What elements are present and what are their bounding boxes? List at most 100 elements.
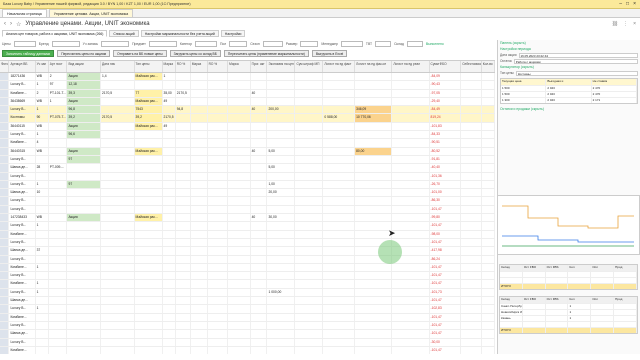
price-filter-input[interactable]	[13, 41, 36, 47]
price-type-input[interactable]: Костюмы	[515, 70, 638, 76]
stock-input[interactable]: Работа с акциями	[513, 58, 638, 64]
link-icon[interactable]: ⛓	[612, 21, 618, 27]
table-row[interactable]: 1 500 2 043 2 470	[501, 91, 637, 97]
column-header[interactable]: RO %	[176, 61, 191, 72]
send-prices-button[interactable]: Отправить на ВБ новые цены	[113, 49, 167, 57]
column-header[interactable]: Кол-во	[482, 61, 495, 72]
account-filter-input[interactable]	[101, 41, 130, 47]
table-row[interactable]: Комбине... 1 -101,47	[0, 263, 495, 273]
column-header[interactable]: Фото	[0, 61, 10, 72]
minimize-icon[interactable]: –	[619, 1, 622, 7]
column-header[interactable]: Себестоимость	[461, 61, 482, 72]
table-row[interactable]: Luxury B... -101,47	[0, 205, 495, 215]
table-row[interactable]: Шапка де... 28 PT-009-... 5,00 -40,40	[0, 164, 495, 173]
table-row[interactable]: Шапка де... -101,47	[0, 297, 495, 306]
stock-sales-link[interactable]: Остатки и продажи (скрыть)	[498, 106, 640, 112]
export-excel-button[interactable]: Выгрузить в Excel	[311, 49, 348, 57]
table-row[interactable]: Luxury B... 97 -91,81	[0, 155, 495, 165]
table-row[interactable]: Luxury B... -86,24	[0, 255, 495, 264]
table-row[interactable]: 36438669 WB 1 Акция Майская рас... 49 -29,40	[0, 97, 495, 107]
table-row[interactable]: Комбине... -101,47	[0, 313, 495, 322]
table-row[interactable]	[500, 277, 637, 283]
subtab-promotions[interactable]: Список акций	[109, 30, 139, 37]
table-row[interactable]: 36440115 WB Акция Майская рас... 49 -101,83	[0, 122, 495, 132]
table-row[interactable]: Костюмы 90 PT-075-T... 39,2 2170,5 39,2 2170,5…	[0, 114, 495, 123]
table-row[interactable]: Новосибирск WB 1	[500, 309, 637, 315]
recalc-promo-button[interactable]: Пересчитать цены по акциям	[57, 49, 111, 57]
table-row[interactable]: Шапка де... 37 -417,98	[0, 247, 495, 256]
column-header[interactable]: Логист на ед реал	[392, 61, 430, 72]
table-row[interactable]: Luxury B... 1 1 000,00 -101,73	[0, 288, 495, 298]
table-row[interactable]: Шапка де... -101,47	[0, 330, 495, 339]
back-icon[interactable]: ‹	[4, 21, 6, 27]
gender-filter-input[interactable]	[229, 41, 248, 47]
table-row[interactable]: Комбине... 4 -90,51	[0, 139, 495, 148]
table-row[interactable]: Комбине... 2 PT-101-T... 39,3 2170,5 77 35,00 2…	[0, 89, 495, 98]
table-row[interactable]: 18271436 WB 2 Акция 1,4 Майская рас... 1 -84,09	[0, 73, 495, 82]
category-filter-input[interactable]	[194, 41, 217, 47]
table-row[interactable]: Комбине... -101,47	[0, 346, 495, 354]
table-row[interactable]: Luxury B... -101,47	[0, 321, 495, 331]
table-row[interactable]: 36440315 WB Акция Майская рас... 40 5,00 80,00…	[0, 147, 495, 156]
table-row[interactable]: Luxury B... 1 96,6 -84,33	[0, 131, 495, 140]
column-header[interactable]: Сум штраф МП	[295, 61, 324, 72]
table-row[interactable]: Luxury B... -30,00	[0, 338, 495, 347]
table-row[interactable]	[500, 271, 637, 277]
column-header[interactable]: Уч зап	[36, 61, 49, 72]
column-header[interactable]: RO %	[208, 61, 229, 72]
season-filter-input[interactable]	[262, 41, 283, 47]
table-row[interactable]: Luxury B... 1 97 1,00 -26,70	[0, 180, 495, 190]
table-row[interactable]: Шапка де... 10 20,00 -101,00	[0, 189, 495, 198]
tab-price-management[interactable]: Управление ценами. Акции, UNIT экономика	[48, 9, 134, 17]
fill-table-button[interactable]: Заполнить таблицу данными	[2, 49, 55, 57]
column-header[interactable]: Марка	[191, 61, 208, 72]
table-row[interactable]: Казань 1	[500, 315, 637, 321]
table-row[interactable]: Комбине... 1 -101,47	[0, 280, 495, 289]
table-row[interactable]: Luxury B... -101,47	[0, 238, 495, 248]
column-header[interactable]: Марка	[228, 61, 251, 72]
column-header[interactable]: Логист на ед фак-ое	[355, 61, 393, 72]
table-row[interactable]: Luxury B... -101,36	[0, 172, 495, 181]
table-row[interactable]: Luxury B... 1 97 12,18 -90,43	[0, 81, 495, 90]
close-icon[interactable]: ×	[633, 1, 636, 7]
recalc-margin-button[interactable]: Пересчитать цены (применение маржинально…	[223, 49, 309, 57]
star-icon[interactable]: ☆	[16, 21, 21, 28]
close-form-icon[interactable]: ×	[633, 21, 636, 27]
table-row[interactable]: 1 500 2 043 2 470	[501, 85, 637, 91]
warehouse-filter-input[interactable]	[406, 41, 423, 47]
table-row[interactable]: Luxury B... 1 -101,47	[0, 222, 495, 231]
size-filter-input[interactable]	[300, 41, 319, 47]
forward-icon[interactable]: ›	[10, 21, 12, 27]
column-header[interactable]: Артикул ВБ	[9, 61, 36, 72]
table-row[interactable]: 147238433 WB Акция Майская рас... 40 30,00 -99…	[0, 214, 495, 223]
table-row[interactable]: Luxury B... 1 -102,83	[0, 305, 495, 314]
column-header[interactable]: Арт пост	[49, 61, 68, 72]
column-header[interactable]: Сумм ФБО	[430, 61, 462, 72]
table-row[interactable]: Санкт-Петербу... 1	[500, 303, 637, 309]
column-header[interactable]: Вид акции	[67, 61, 102, 72]
table-row[interactable]: Luxury B... 1 96,8 7543 94,8 40 200,00 346,09 -8…	[0, 106, 495, 115]
table-row[interactable]	[500, 321, 637, 327]
column-header[interactable]: Прог. акт	[251, 61, 268, 72]
maximize-icon[interactable]: □	[626, 1, 629, 7]
table-row[interactable]: 1 300 2 043 2 171	[501, 97, 637, 103]
table-row[interactable]: Комбине... -98,00	[0, 230, 495, 239]
more-icon[interactable]: ⋮	[623, 21, 628, 27]
column-header[interactable]: Тип цены	[135, 61, 163, 72]
column-header[interactable]: Дата нач	[101, 61, 135, 72]
subtab-margin-settings[interactable]: Настройки маржинальности без учета акций	[140, 30, 219, 37]
table-row[interactable]: Luxury B... -101,47	[0, 272, 495, 281]
table-row[interactable]: Luxury B... -86,30	[0, 197, 495, 206]
brand-filter-input[interactable]	[51, 41, 80, 47]
load-prices-button[interactable]: Загрузить цены со склад ВБ	[169, 49, 221, 57]
column-header[interactable]: Экономия на цене	[267, 61, 296, 72]
tvt-filter-input[interactable]	[375, 41, 392, 47]
column-header[interactable]: Логист на ед факт	[323, 61, 356, 72]
period-input[interactable]: 16.05.2023 23:22:44	[518, 52, 638, 58]
subtab-settings[interactable]: Настройки	[220, 30, 246, 37]
subtab-analysis[interactable]: Анализ цен товаров, работа с акциями, UN…	[2, 30, 108, 37]
column-header[interactable]: Марка	[163, 61, 176, 72]
subject-filter-input[interactable]	[148, 41, 177, 47]
manager-filter-input[interactable]	[340, 41, 363, 47]
tab-home[interactable]: Начальная страница	[2, 9, 47, 17]
